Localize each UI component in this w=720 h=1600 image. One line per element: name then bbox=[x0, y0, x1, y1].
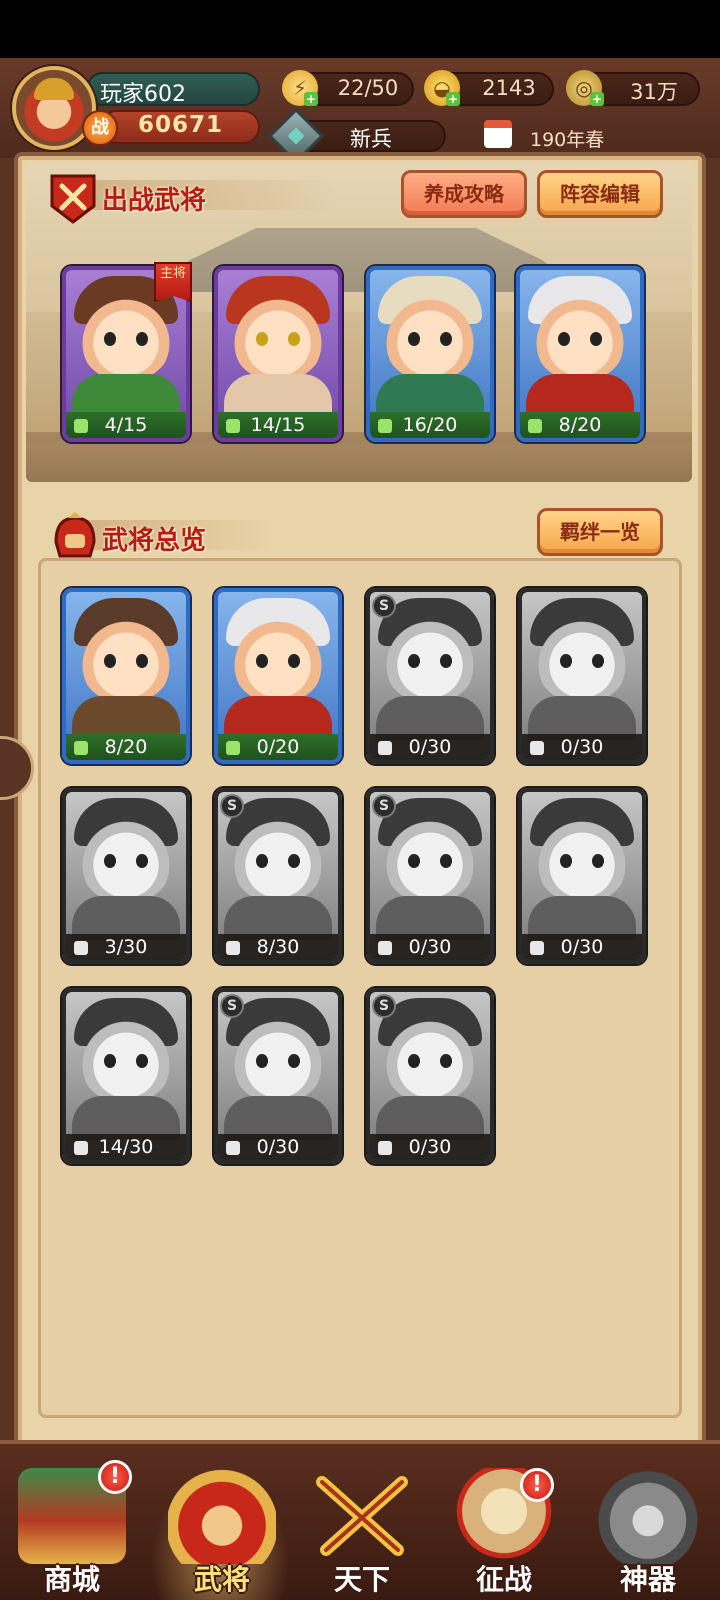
deployed-general-card-4[interactable]: 8/20 bbox=[516, 266, 644, 442]
puzzle-piece-icon bbox=[74, 941, 88, 955]
bonds-list-button[interactable]: 羁绊一览 bbox=[537, 508, 663, 556]
general-card-8-locked[interactable]: 0/30 bbox=[518, 788, 646, 964]
puzzle-piece-icon bbox=[226, 741, 240, 755]
general-card-2[interactable]: 0/20 bbox=[214, 588, 342, 764]
s-rank-badge-icon: S bbox=[220, 994, 244, 1018]
nav-world-label: 天下 bbox=[333, 1563, 390, 1596]
general-card-1[interactable]: 8/20 bbox=[62, 588, 190, 764]
nav-shop-label: 商城 bbox=[43, 1563, 100, 1596]
puzzle-piece-icon bbox=[378, 741, 392, 755]
general-helmet-icon bbox=[54, 512, 96, 558]
general-card-4-locked[interactable]: 0/30 bbox=[518, 588, 646, 764]
add-stamina-icon[interactable]: + bbox=[304, 92, 318, 106]
deployed-general-card-3[interactable]: 16/20 bbox=[366, 266, 494, 442]
game-screen: 玩家602 战 60671 ⚡ + 22/50 ◒ + 2143 ◎ + 31万… bbox=[0, 0, 720, 1600]
game-date: 190年春 bbox=[530, 129, 605, 151]
campaign-alert-badge: ! bbox=[520, 1468, 554, 1502]
stamina-value: 22/50 bbox=[337, 76, 399, 100]
puzzle-piece-icon bbox=[226, 1141, 240, 1155]
puzzle-piece-icon bbox=[530, 741, 544, 755]
puzzle-piece-icon bbox=[528, 419, 542, 433]
main-general-tag: 主将 bbox=[154, 262, 192, 302]
puzzle-piece-icon bbox=[530, 941, 544, 955]
puzzle-piece-icon bbox=[74, 419, 88, 433]
formation-edit-button[interactable]: 阵容编辑 bbox=[537, 170, 663, 218]
overview-section-title: 武将总览 bbox=[102, 526, 207, 556]
gold-value: 2143 bbox=[482, 76, 536, 100]
player-name: 玩家602 bbox=[100, 82, 186, 107]
nav-artifact-label: 神器 bbox=[619, 1563, 676, 1596]
nav-artifact[interactable]: 神器 bbox=[580, 1460, 716, 1600]
crossed-swords-shield-icon bbox=[50, 174, 96, 224]
nav-generals-label: 武将 bbox=[193, 1563, 250, 1596]
training-guide-button[interactable]: 养成攻略 bbox=[401, 170, 527, 218]
power-badge-icon: 战 bbox=[82, 110, 118, 146]
s-rank-badge-icon: S bbox=[372, 994, 396, 1018]
calendar-icon bbox=[484, 120, 512, 148]
puzzle-piece-icon bbox=[74, 1141, 88, 1155]
puzzle-piece-icon bbox=[378, 1141, 392, 1155]
deployed-general-card-2[interactable]: 14/15 bbox=[214, 266, 342, 442]
puzzle-piece-icon bbox=[226, 941, 240, 955]
s-rank-badge-icon: S bbox=[220, 794, 244, 818]
puzzle-piece-icon bbox=[226, 419, 240, 433]
nav-campaign-label: 征战 bbox=[475, 1563, 532, 1596]
puzzle-piece-icon bbox=[378, 941, 392, 955]
player-avatar[interactable] bbox=[12, 66, 96, 150]
general-helmet-nav-icon bbox=[168, 1468, 276, 1564]
general-card-10-locked[interactable]: S 0/30 bbox=[214, 988, 342, 1164]
battle-section-title: 出战武将 bbox=[102, 186, 207, 216]
add-gold-icon[interactable]: + bbox=[446, 92, 460, 106]
general-card-3-locked[interactable]: S 0/30 bbox=[366, 588, 494, 764]
puzzle-piece-icon bbox=[74, 741, 88, 755]
rank-label: 新兵 bbox=[350, 127, 392, 151]
add-coins-icon[interactable]: + bbox=[590, 92, 604, 106]
coins-value: 31万 bbox=[630, 80, 678, 104]
s-rank-badge-icon: S bbox=[372, 794, 396, 818]
general-card-5-locked[interactable]: 3/30 bbox=[62, 788, 190, 964]
general-card-11-locked[interactable]: S 0/30 bbox=[366, 988, 494, 1164]
shop-alert-badge: ! bbox=[98, 1460, 132, 1494]
crossed-swords-icon bbox=[316, 1476, 408, 1556]
nav-generals[interactable]: 武将 bbox=[154, 1460, 290, 1600]
general-card-6-locked[interactable]: S 8/30 bbox=[214, 788, 342, 964]
power-value: 60671 bbox=[138, 112, 224, 138]
status-bar-area bbox=[0, 0, 720, 58]
s-rank-badge-icon: S bbox=[372, 594, 396, 618]
artifact-lock-icon bbox=[594, 1468, 702, 1564]
general-card-9-locked[interactable]: 14/30 bbox=[62, 988, 190, 1164]
nav-world[interactable]: 天下 bbox=[294, 1460, 430, 1600]
puzzle-piece-icon bbox=[378, 419, 392, 433]
general-card-7-locked[interactable]: S 0/30 bbox=[366, 788, 494, 964]
